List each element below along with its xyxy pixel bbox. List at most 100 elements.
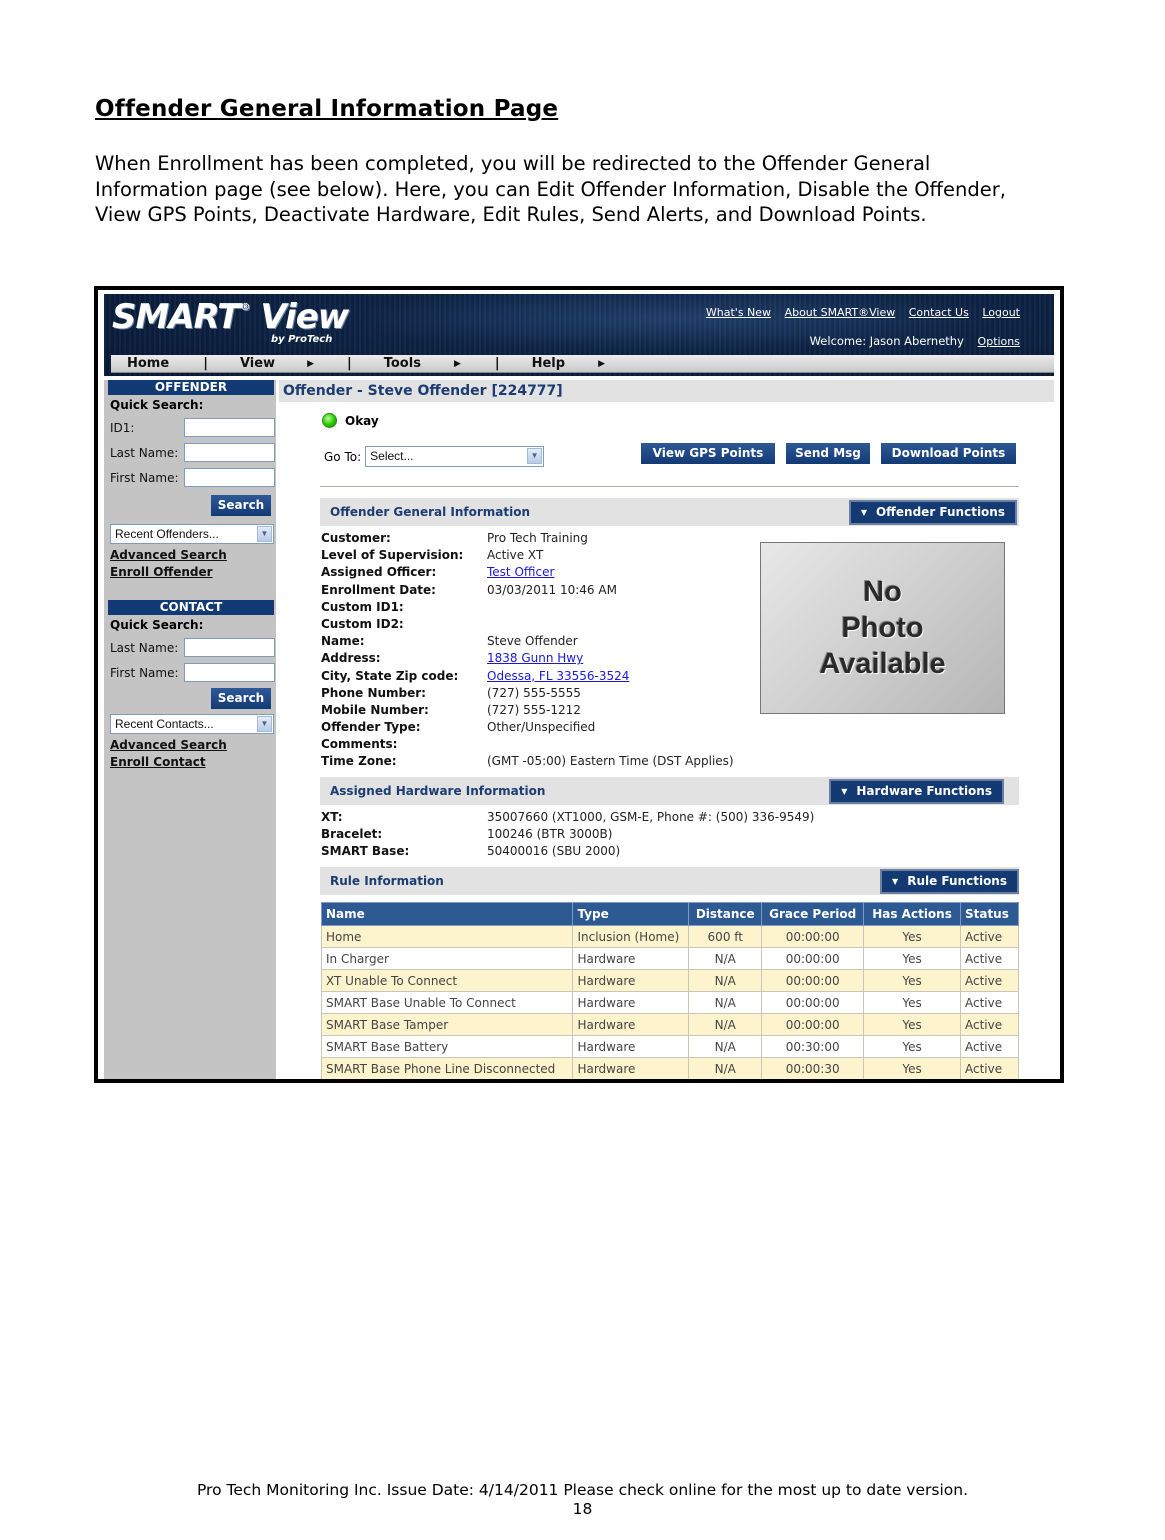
rule-cell-has-actions: Yes	[863, 947, 961, 970]
rule-cell-status: Active	[959, 1035, 1020, 1058]
goto-select-value: Select...	[370, 449, 414, 463]
rule-cell-type: Hardware	[572, 1057, 690, 1079]
rule-row[interactable]: XT Unable To Connect Hardware N/A 00:00:00 Y…	[320, 969, 1020, 992]
rule-cell-name: SMART Base Battery	[320, 1035, 574, 1058]
id1-input[interactable]	[184, 418, 275, 437]
status-text: Okay	[345, 413, 379, 428]
city-state-zip-link[interactable]: Odessa, FL 33556-3524	[487, 668, 629, 685]
col-header-has-actions[interactable]: Has Actions	[863, 902, 961, 926]
col-header-distance[interactable]: Distance	[688, 902, 763, 926]
rule-cell-distance: N/A	[688, 1057, 763, 1079]
info-row-custom-id1: Custom ID1:	[321, 599, 404, 614]
address-link[interactable]: 1838 Gunn Hwy	[487, 650, 583, 667]
smartview-window: SMART® View by ProTech What's New About …	[104, 294, 1054, 1079]
goto-select[interactable]: Select... ▼	[365, 446, 545, 467]
dropdown-triangle-icon: ▼	[841, 787, 848, 796]
rule-section-header: Rule Information ▼ Rule Functions	[320, 867, 1019, 895]
menu-tools[interactable]: Tools	[384, 356, 421, 371]
rule-info-title: Rule Information	[330, 874, 444, 888]
menu-tools-arrow-icon: ▶	[453, 358, 461, 369]
document-intro: When Enrollment has been completed, you …	[95, 152, 1006, 226]
recent-contacts-value: Recent Contacts...	[115, 717, 214, 731]
contact-last-name-row: Last Name:	[110, 638, 276, 657]
hardware-info-list: XT: 35007660 (XT1000, GSM-E, Phone #: (50…	[321, 809, 814, 861]
app-header: SMART® View by ProTech What's New About …	[104, 294, 1054, 376]
info-row-comments: Comments:	[321, 737, 398, 752]
rule-row[interactable]: SMART Base Unable To Connect Hardware N/A 0…	[320, 991, 1020, 1014]
info-row-enrollment-date: Enrollment Date: 03/03/2011 10:46 AM	[321, 582, 617, 597]
recent-offenders-select[interactable]: Recent Offenders... ▼	[110, 524, 274, 544]
recent-contacts-select[interactable]: Recent Contacts... ▼	[110, 714, 274, 734]
rules-header-row: Name Type Distance Grace Period Has Acti…	[320, 902, 1020, 926]
offender-first-name-input[interactable]	[184, 468, 275, 487]
about-link[interactable]: About SMART®View	[785, 306, 896, 319]
hardware-functions-button[interactable]: ▼ Hardware Functions	[829, 779, 1004, 804]
rule-cell-grace-period: 00:00:00	[761, 947, 865, 970]
offender-last-name-row: Last Name:	[110, 443, 276, 462]
contact-last-name-input[interactable]	[184, 638, 275, 657]
general-info-list: Customer: Pro Tech Training Level of Supe…	[321, 530, 734, 771]
enroll-offender-link[interactable]: Enroll Offender	[110, 565, 276, 579]
rule-row[interactable]: Home Inclusion (Home) 600 ft 00:00:00 Yes Act…	[320, 925, 1020, 948]
rule-cell-name: Home	[320, 925, 574, 948]
rule-functions-button[interactable]: ▼ Rule Functions	[880, 869, 1019, 894]
options-link[interactable]: Options	[978, 335, 1020, 348]
info-row-name: Name: Steve Offender	[321, 634, 578, 649]
contact-advanced-search-link[interactable]: Advanced Search	[110, 738, 276, 752]
logo-byline: by ProTech	[271, 334, 333, 345]
info-row-address: Address: 1838 Gunn Hwy	[321, 650, 734, 667]
rule-cell-grace-period: 00:00:00	[761, 969, 865, 992]
rule-cell-status: Active	[959, 925, 1020, 948]
col-header-name[interactable]: Name	[320, 902, 574, 926]
contact-search-button[interactable]: Search	[211, 688, 271, 709]
rule-cell-type: Hardware	[572, 1013, 690, 1036]
rule-cell-distance: N/A	[688, 1035, 763, 1058]
menu-separator: |	[346, 356, 352, 371]
menu-separator: |	[203, 356, 208, 371]
enroll-contact-link[interactable]: Enroll Contact	[110, 755, 276, 769]
menu-help[interactable]: Help	[532, 356, 565, 371]
view-gps-points-button[interactable]: View GPS Points	[641, 443, 775, 464]
send-msg-button[interactable]: Send Msg	[786, 443, 870, 464]
contact-first-name-input[interactable]	[184, 663, 275, 682]
contact-us-link[interactable]: Contact Us	[909, 306, 969, 319]
offender-last-name-label: Last Name:	[110, 445, 179, 460]
chevron-down-icon: ▼	[257, 716, 272, 732]
assigned-officer-link[interactable]: Test Officer	[487, 564, 554, 581]
goto-control: Go To: Select... ▼	[324, 446, 545, 467]
document-title: Offender General Information Page	[95, 96, 559, 122]
rule-row[interactable]: SMART Base Tamper Hardware N/A 00:00:00 Yes A…	[320, 1013, 1020, 1036]
offender-functions-button[interactable]: ▼ Offender Functions	[848, 500, 1017, 525]
status-indicator: Okay	[322, 413, 379, 428]
rule-row[interactable]: SMART Base Phone Line Disconnected Hardwa…	[320, 1057, 1020, 1079]
info-row-custom-id2: Custom ID2:	[321, 616, 404, 631]
rule-row[interactable]: In Charger Hardware N/A 00:00:00 Yes Active	[320, 947, 1020, 970]
contact-last-name-label: Last Name:	[110, 640, 179, 655]
offender-first-name-label: First Name:	[110, 470, 179, 485]
rule-cell-name: XT Unable To Connect	[320, 969, 574, 992]
rule-cell-grace-period: 00:00:00	[761, 991, 865, 1014]
download-points-button[interactable]: Download Points	[881, 443, 1016, 464]
logout-link[interactable]: Logout	[982, 306, 1020, 319]
col-header-type[interactable]: Type	[572, 902, 690, 926]
col-header-grace-period[interactable]: Grace Period	[761, 902, 865, 926]
whats-new-link[interactable]: What's New	[706, 306, 771, 319]
rule-cell-status: Active	[959, 1013, 1020, 1036]
rule-cell-has-actions: Yes	[863, 925, 961, 948]
page-number: 18	[572, 1500, 593, 1518]
rule-cell-type: Hardware	[572, 969, 690, 992]
hardware-row-bracelet: Bracelet: 100246 (BTR 3000B)	[321, 827, 613, 842]
menu-view[interactable]: View	[240, 356, 275, 371]
rule-cell-type: Hardware	[572, 947, 690, 970]
offender-advanced-search-link[interactable]: Advanced Search	[110, 548, 276, 562]
contact-quick-search-label: Quick Search:	[110, 618, 204, 632]
menu-home[interactable]: Home	[127, 356, 169, 371]
offender-last-name-input[interactable]	[184, 443, 275, 462]
rule-cell-has-actions: Yes	[863, 1035, 961, 1058]
col-header-status[interactable]: Status	[959, 902, 1020, 926]
hardware-row-xt: XT: 35007660 (XT1000, GSM-E, Phone #: (50…	[321, 810, 815, 824]
rule-row[interactable]: SMART Base Battery Hardware N/A 00:30:00 Yes…	[320, 1035, 1020, 1058]
rules-body: Home Inclusion (Home) 600 ft 00:00:00 Yes Act…	[320, 925, 1020, 1079]
offender-search-button[interactable]: Search	[211, 495, 271, 516]
chevron-down-icon: ▼	[257, 526, 272, 542]
